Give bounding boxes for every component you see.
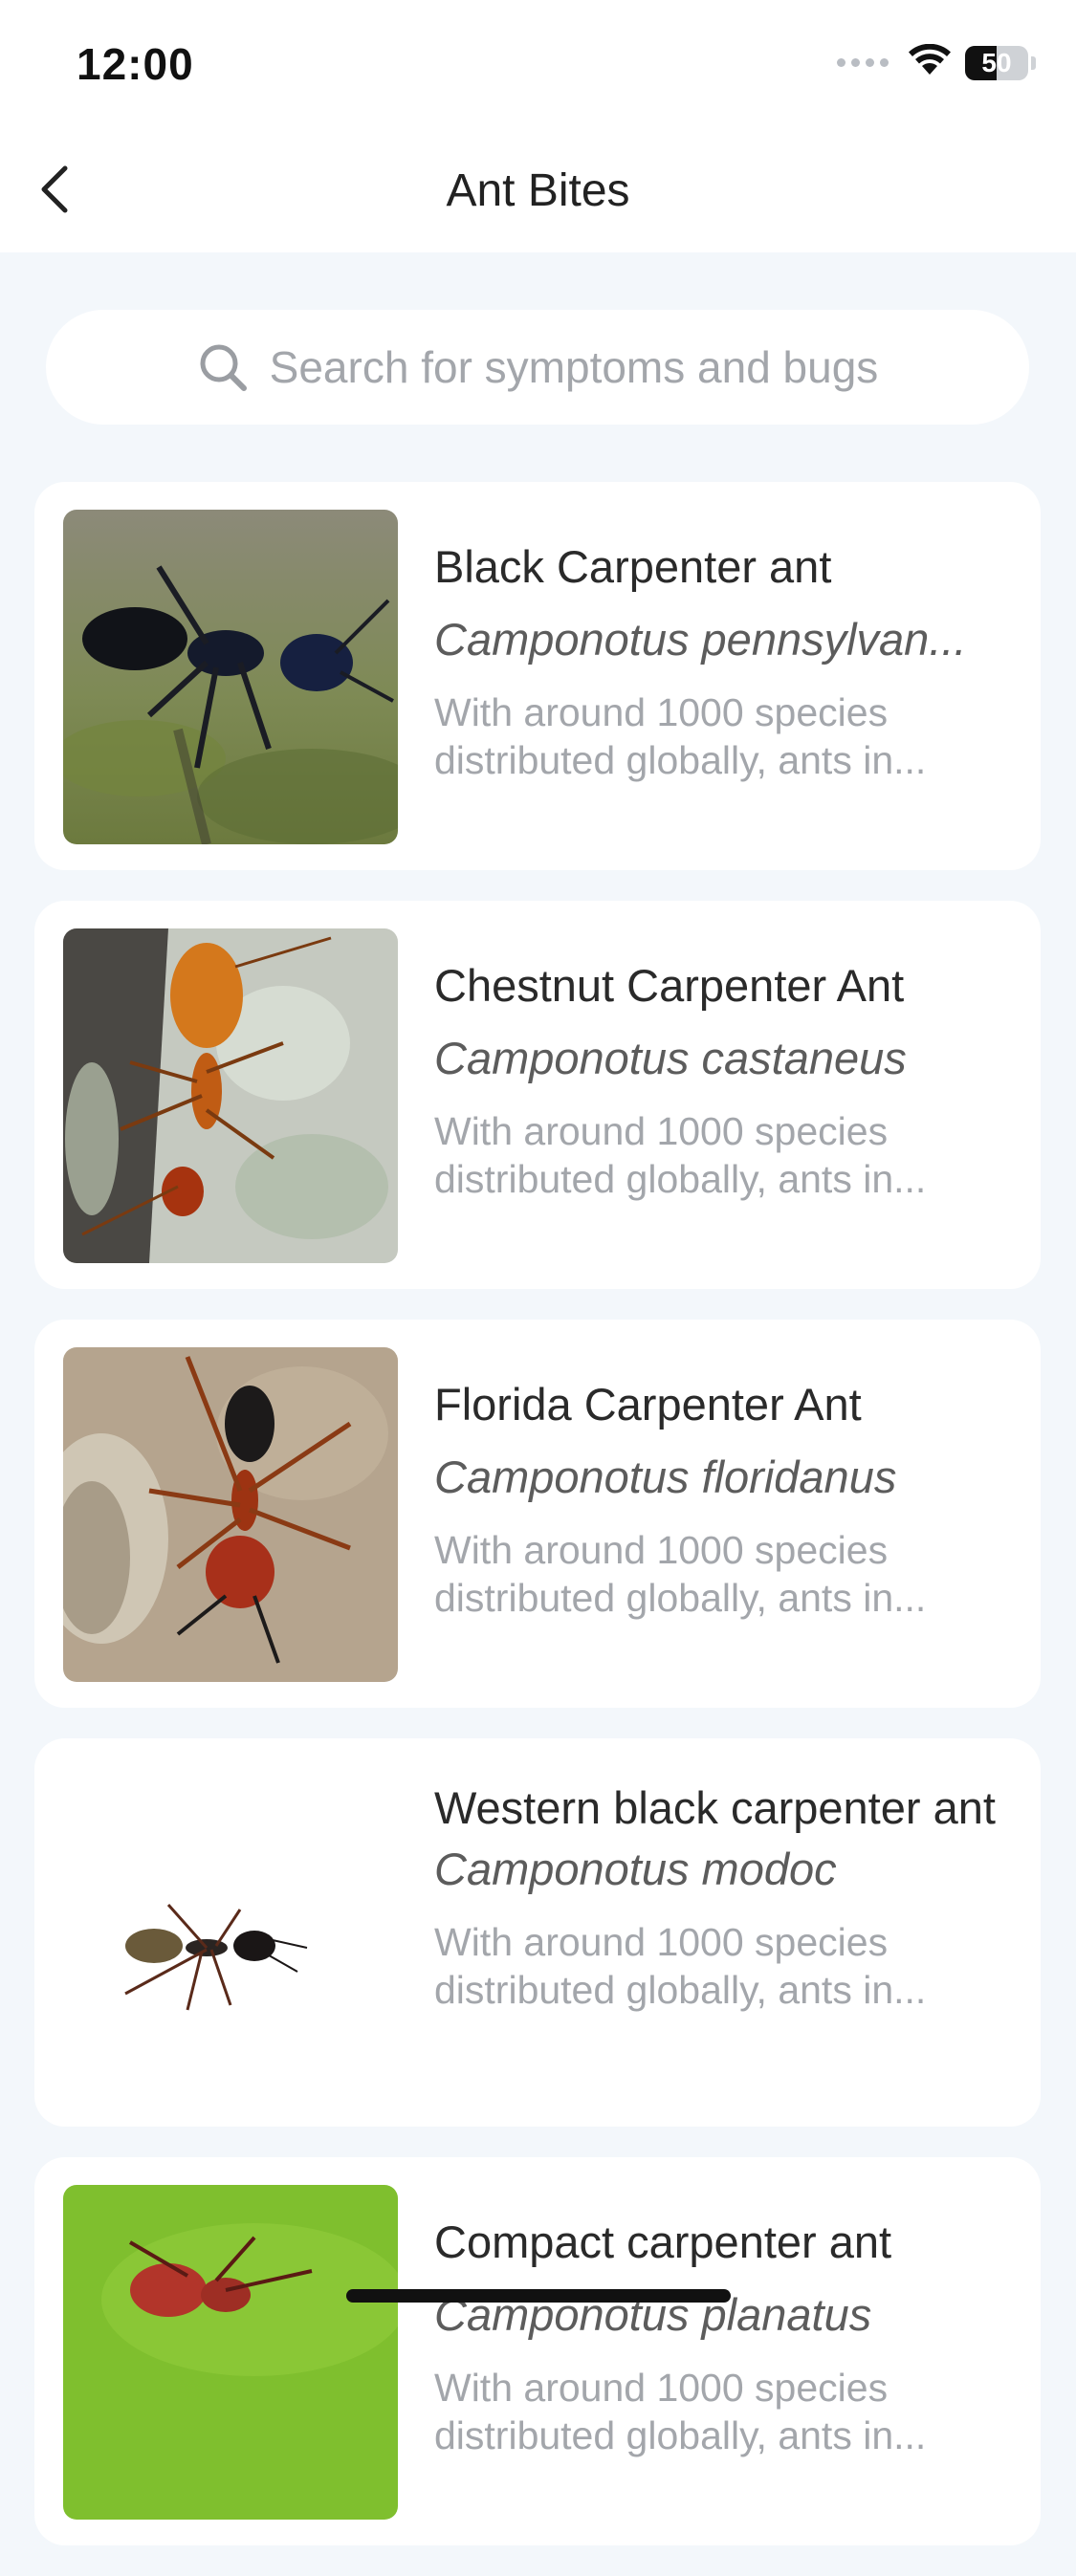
battery-percent: 50 (981, 47, 1012, 77)
ant-photo (63, 1347, 398, 1682)
ant-scientific-name: Camponotus pennsylvan... (434, 614, 967, 665)
nav-bar: Ant Bites (0, 126, 1076, 252)
list-item-chestnut-carpenter-ant[interactable]: Chestnut Carpenter Ant Camponotus castan… (34, 901, 1041, 1289)
battery-icon: 50 (965, 45, 1036, 80)
ant-description: With around 1000 species distributed glo… (434, 2366, 927, 2457)
ant-description: With around 1000 species distributed glo… (434, 1920, 927, 2012)
ant-common-name: Black Carpenter ant (434, 541, 832, 592)
ant-photo (63, 510, 398, 844)
ant-description: With around 1000 species distributed glo… (434, 690, 927, 782)
status-icons: 50 (837, 43, 1036, 81)
ant-description: With around 1000 species distributed glo… (434, 1109, 927, 1201)
ant-common-name: Compact carpenter ant (434, 2216, 892, 2267)
list-item-western-black-carpenter-ant[interactable]: Western black carpenter ant Camponotus m… (34, 1738, 1041, 2127)
ant-photo (63, 2185, 398, 2520)
wifi-icon (908, 43, 952, 81)
ant-common-name: Florida Carpenter Ant (434, 1379, 862, 1430)
status-bar: 12:00 50 (0, 0, 1076, 126)
ant-scientific-name: Camponotus floridanus (434, 1452, 897, 1502)
ant-common-name: Chestnut Carpenter Ant (434, 960, 905, 1011)
page-title: Ant Bites (446, 165, 630, 216)
ant-list: Black Carpenter ant Camponotus pennsylva… (34, 482, 1041, 2576)
search-placeholder: Search for symptoms and bugs (269, 342, 879, 392)
ant-photo (63, 1766, 398, 2101)
ant-scientific-name: Camponotus castaneus (434, 1033, 907, 1083)
list-item-black-carpenter-ant[interactable]: Black Carpenter ant Camponotus pennsylva… (34, 482, 1041, 870)
ant-scientific-name: Camponotus modoc (434, 1844, 837, 1894)
status-time: 12:00 (77, 39, 194, 89)
ant-common-name: Western black carpenter ant (434, 1782, 996, 1833)
home-indicator[interactable] (346, 2289, 731, 2303)
list-item-compact-carpenter-ant[interactable]: Compact carpenter ant Camponotus planatu… (34, 2157, 1041, 2545)
search-icon (200, 344, 247, 391)
cellular-signal-icon (837, 58, 889, 67)
search-input[interactable]: Search for symptoms and bugs (46, 310, 1029, 425)
ant-description: With around 1000 species distributed glo… (434, 1528, 927, 1620)
ant-photo (63, 928, 398, 1263)
list-item-florida-carpenter-ant[interactable]: Florida Carpenter Ant Camponotus florida… (34, 1320, 1041, 1708)
